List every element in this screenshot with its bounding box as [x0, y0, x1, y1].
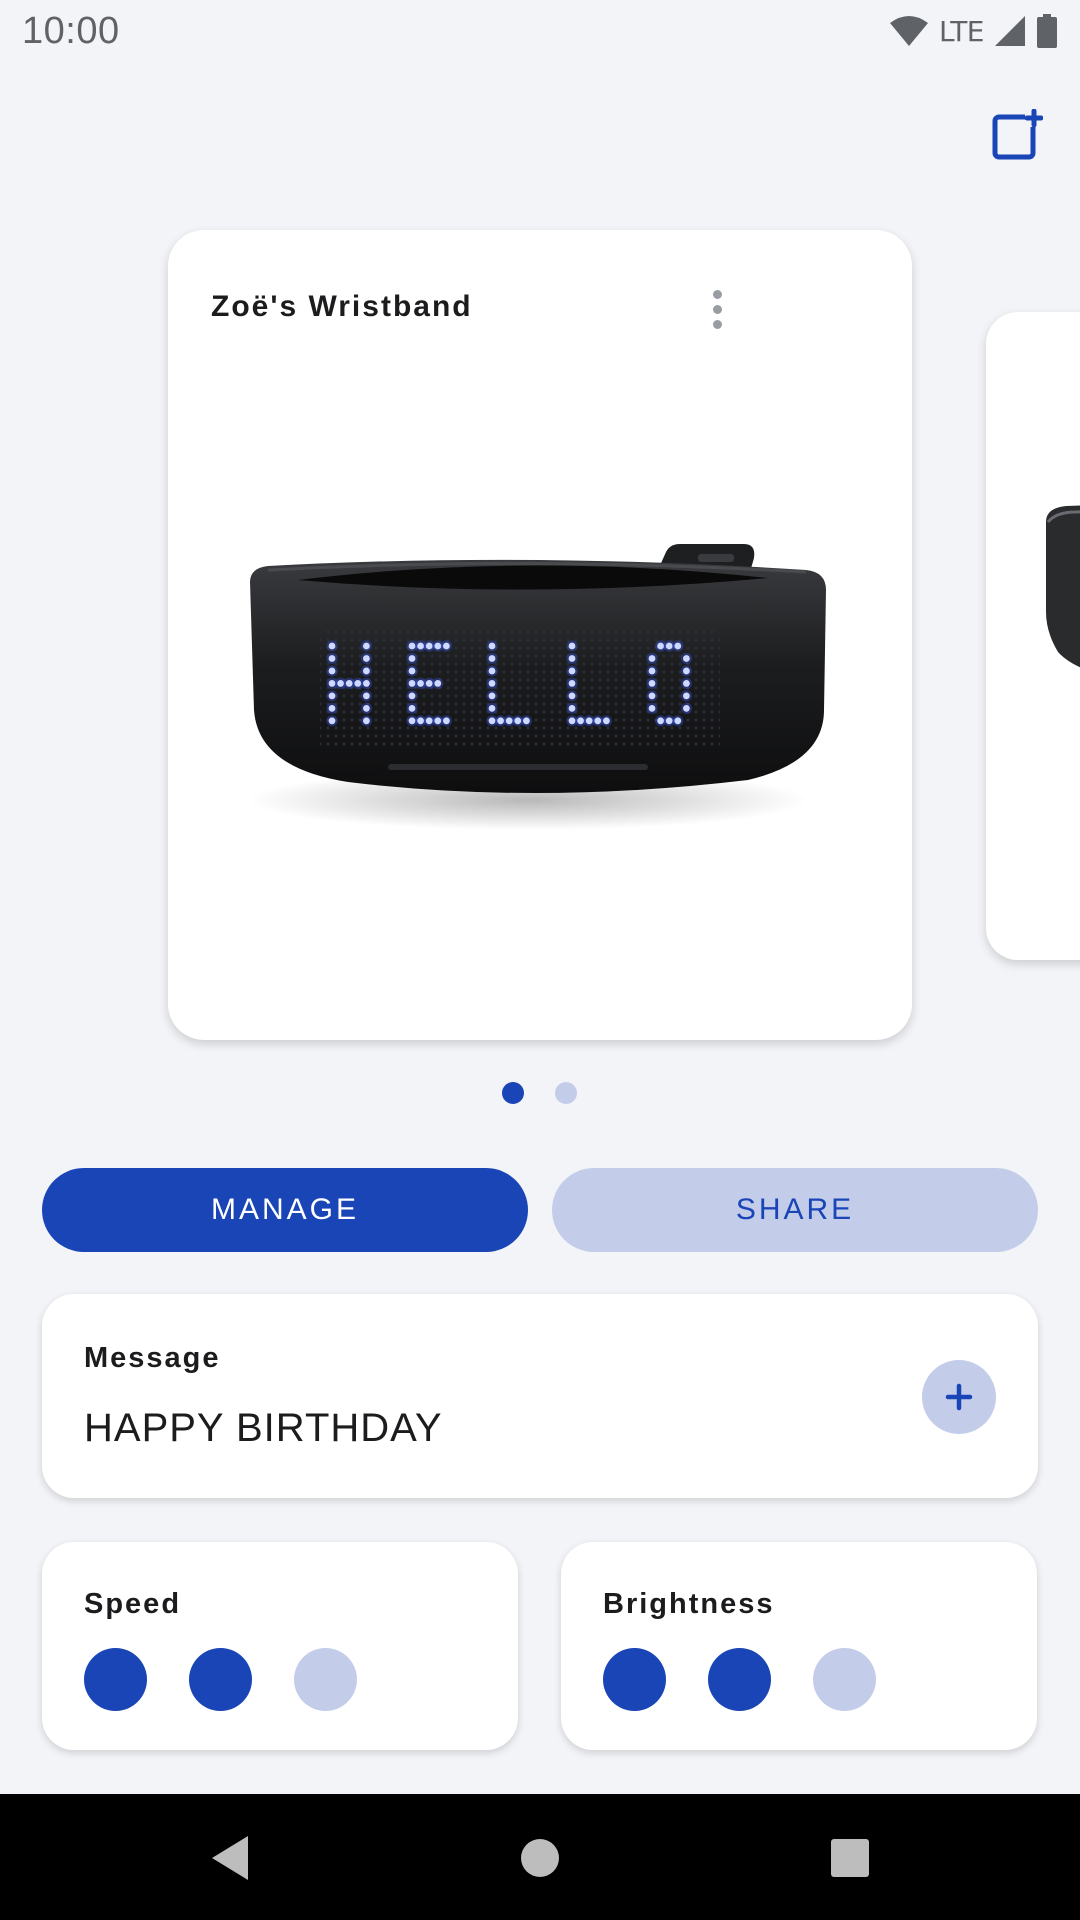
page-dot-active[interactable]: [502, 1082, 524, 1104]
plus-icon: [945, 1383, 973, 1411]
status-icons: LTE: [889, 14, 1058, 48]
wristband-image: [248, 544, 826, 830]
brightness-label: Brightness: [603, 1588, 775, 1620]
signal-icon: [995, 16, 1025, 46]
page-dot[interactable]: [555, 1082, 577, 1104]
next-device-image: [1046, 505, 1080, 668]
brightness-level-3[interactable]: [813, 1648, 876, 1711]
speed-level-2[interactable]: [189, 1648, 252, 1711]
home-button[interactable]: [510, 1828, 570, 1888]
status-time: 10:00: [22, 9, 120, 52]
navigation-bar: [0, 1794, 1080, 1920]
recents-button[interactable]: [820, 1828, 880, 1888]
speed-level-1[interactable]: [84, 1648, 147, 1711]
brightness-level-selector[interactable]: [603, 1648, 876, 1711]
share-button[interactable]: SHARE: [552, 1168, 1038, 1252]
manage-button[interactable]: MANAGE: [42, 1168, 528, 1252]
page-indicator: [0, 1082, 1080, 1106]
brightness-level-2[interactable]: [708, 1648, 771, 1711]
add-message-button[interactable]: [922, 1360, 996, 1434]
home-icon: [521, 1839, 559, 1877]
next-device-card[interactable]: [986, 312, 1080, 960]
network-type-label: LTE: [938, 14, 985, 48]
message-label: Message: [84, 1342, 221, 1374]
speed-card: Speed: [42, 1542, 518, 1750]
speed-label: Speed: [84, 1588, 182, 1620]
add-device-icon: [992, 109, 1043, 160]
speed-level-3[interactable]: [294, 1648, 357, 1711]
more-vertical-icon[interactable]: [694, 284, 740, 334]
battery-icon: [1037, 14, 1057, 48]
message-value: HAPPY BIRTHDAY: [84, 1406, 443, 1450]
back-icon: [212, 1836, 248, 1880]
device-carousel[interactable]: Zoë's Wristband: [0, 228, 1080, 1048]
recents-icon: [831, 1839, 869, 1877]
device-name: Zoë's Wristband: [211, 290, 473, 323]
back-button[interactable]: [200, 1828, 260, 1888]
brightness-card: Brightness: [561, 1542, 1037, 1750]
status-bar: 10:00 LTE: [0, 0, 1080, 62]
brightness-level-1[interactable]: [603, 1648, 666, 1711]
device-card[interactable]: Zoë's Wristband: [168, 230, 912, 1040]
speed-level-selector[interactable]: [84, 1648, 357, 1711]
wifi-icon: [889, 16, 928, 46]
add-device-button[interactable]: [990, 108, 1044, 162]
message-card[interactable]: Message HAPPY BIRTHDAY: [42, 1294, 1038, 1498]
